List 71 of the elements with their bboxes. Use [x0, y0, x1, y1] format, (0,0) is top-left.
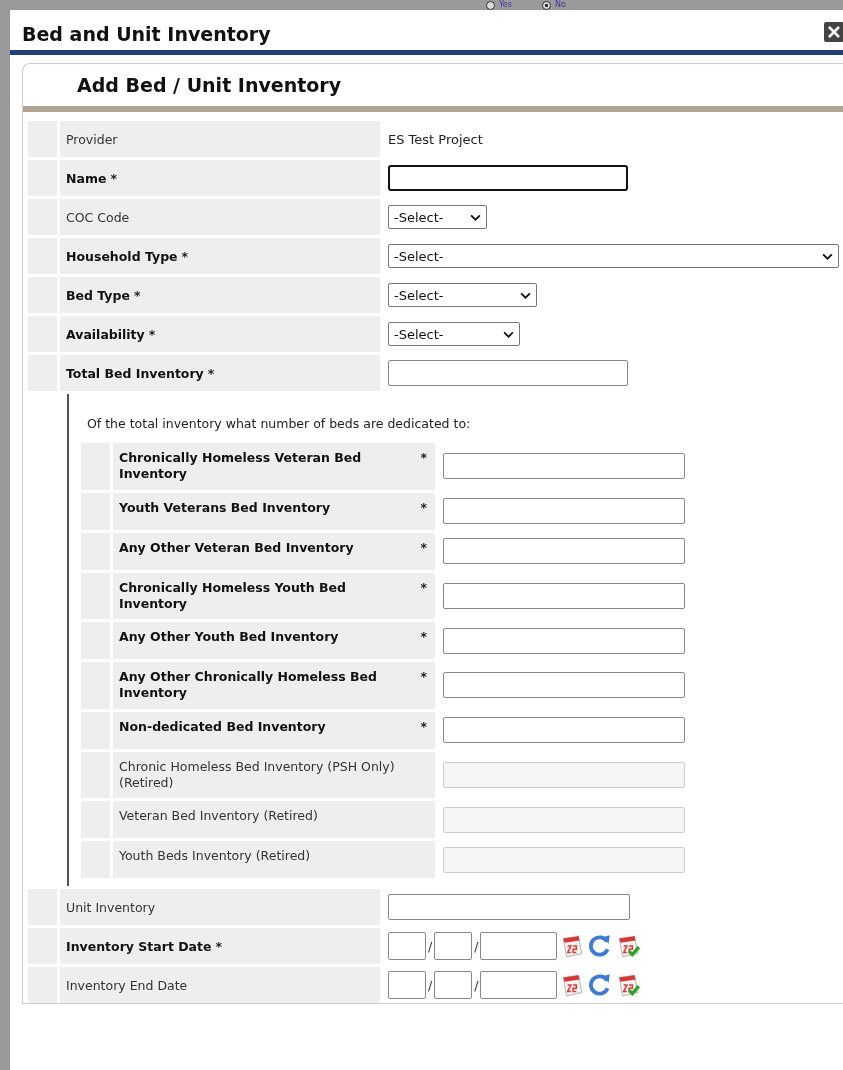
select-dropdown[interactable]: -Select-: [388, 283, 537, 307]
field-label: Youth Beds Inventory (Retired): [119, 848, 311, 865]
input-field[interactable]: [443, 627, 685, 654]
select-dropdown[interactable]: -Select-: [388, 322, 520, 346]
field-label: Youth Veterans Bed Inventory: [119, 499, 331, 516]
required-marker: *: [420, 579, 427, 595]
required-marker: *: [110, 170, 117, 186]
date-part-field[interactable]: [434, 932, 473, 960]
required-marker: *: [420, 669, 427, 684]
field-label: Inventory Start Date: [66, 938, 212, 954]
field-label: Household Type: [66, 248, 178, 264]
select-dropdown[interactable]: -Select-: [388, 244, 839, 268]
field-label: Inventory End Date: [66, 977, 188, 993]
input-field[interactable]: [443, 453, 685, 480]
window-title: Bed and Unit Inventory: [22, 22, 271, 45]
field-label: Total Bed Inventory: [66, 365, 204, 381]
field-label: Name: [66, 170, 107, 186]
close-icon[interactable]: [824, 22, 843, 42]
field-label: Any Other Chronically Homeless Bed Inventory: [119, 669, 378, 702]
required-marker: *: [420, 718, 427, 734]
input-field[interactable]: [443, 538, 685, 564]
radio-label: Yes: [499, 0, 512, 10]
date-part-field[interactable]: [480, 971, 558, 999]
required-marker: *: [420, 499, 427, 515]
panel-title: Add Bed / Unit Inventory: [77, 74, 342, 96]
date-part-field[interactable]: [434, 971, 473, 999]
required-marker: *: [148, 326, 156, 342]
select-dropdown[interactable]: -Select-: [388, 205, 487, 229]
radio-label: No: [554, 0, 566, 10]
required-marker: *: [207, 365, 215, 381]
required-marker: *: [215, 938, 223, 954]
input-field[interactable]: [443, 672, 685, 699]
field-label: Non-dedicated Bed Inventory: [119, 718, 326, 735]
input-field[interactable]: [388, 894, 630, 920]
field-label: Availability: [66, 326, 145, 342]
date-separator: /: [428, 938, 433, 954]
field-label: Unit Inventory: [66, 899, 156, 915]
date-separator: /: [474, 977, 479, 993]
date-separator: /: [428, 977, 433, 993]
chevron-icon: [503, 330, 514, 338]
required-marker: *: [181, 248, 189, 264]
field-label: Chronically Homeless Veteran Bed Inventory: [119, 450, 363, 483]
required-marker: *: [420, 539, 427, 555]
chevron-icon: [520, 291, 531, 299]
row-stub: [28, 967, 57, 1003]
required-marker: *: [133, 287, 141, 303]
radio-button[interactable]: [486, 0, 495, 10]
field-label: Provider: [66, 131, 118, 147]
required-marker: *: [420, 629, 427, 644]
input-field[interactable]: [443, 498, 685, 524]
input-field[interactable]: [443, 717, 685, 743]
field-label: Bed Type: [66, 287, 130, 303]
date-part-field[interactable]: [480, 932, 558, 960]
required-marker: *: [420, 450, 427, 465]
chevron-icon: [822, 252, 833, 260]
chevron-icon: [470, 213, 481, 221]
input-field[interactable]: [388, 165, 628, 191]
field-label: Chronically Homeless Youth Bed Inventory: [119, 579, 348, 612]
field-label: Any Other Youth Bed Inventory: [119, 629, 339, 646]
input-field[interactable]: [388, 360, 628, 386]
date-part-field[interactable]: [388, 971, 426, 999]
field-label: Chronic Homeless Bed Inventory (PSH Only) (Retired): [119, 758, 396, 791]
section-intro: Of the total inventory what number of beds are dedicated to:: [86, 416, 472, 431]
field-value: ES Test Project: [388, 131, 483, 147]
field-label: Any Other Veteran Bed Inventory: [119, 539, 354, 556]
field-label: Veteran Bed Inventory (Retired): [119, 808, 318, 825]
radio-button[interactable]: [541, 0, 551, 10]
input-field[interactable]: [443, 582, 685, 609]
date-separator: /: [474, 938, 479, 954]
date-part-field[interactable]: [388, 932, 426, 960]
field-label: COC Code: [66, 209, 130, 225]
